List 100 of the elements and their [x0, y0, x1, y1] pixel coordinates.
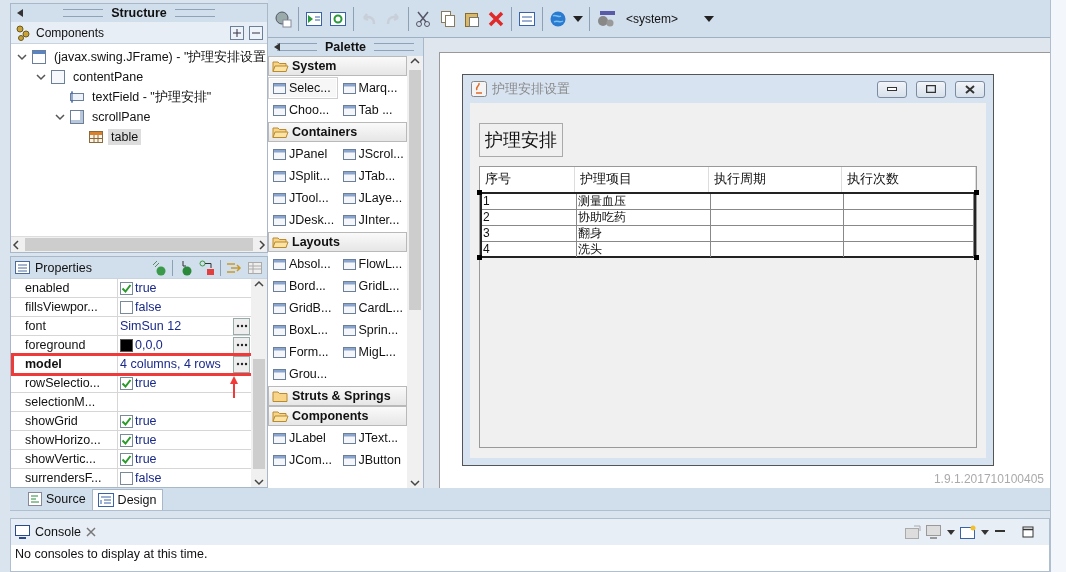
scrollbar-thumb[interactable]: [409, 70, 421, 310]
palette-item[interactable]: JDesk...: [268, 209, 338, 231]
palette-item[interactable]: JTab...: [337, 165, 407, 187]
checkbox[interactable]: [120, 452, 133, 466]
palette-item[interactable]: JLaye...: [337, 187, 407, 209]
close-button[interactable]: [955, 80, 985, 98]
palette-item[interactable]: Bord...: [268, 275, 338, 297]
palette-item[interactable]: JScrol...: [337, 143, 407, 165]
column-header[interactable]: 执行周期: [709, 167, 842, 192]
tree-item[interactable]: table: [108, 129, 142, 145]
default-value-icon[interactable]: [199, 259, 215, 276]
palette-category[interactable]: Containers: [268, 122, 407, 142]
ellipsis-button[interactable]: [233, 336, 250, 354]
tree-item[interactable]: (javax.swing.JFrame) - "护理安排设置: [51, 47, 267, 67]
gears-icon[interactable]: [596, 9, 616, 28]
test-icon[interactable]: [274, 9, 292, 28]
ellipsis-button[interactable]: [233, 317, 250, 335]
palette-item[interactable]: JCom...: [268, 449, 338, 471]
editor-tab[interactable]: Design: [91, 489, 163, 510]
refresh-icon[interactable]: [329, 9, 347, 28]
grip-icon[interactable]: [277, 43, 317, 51]
panel-title: Properties: [35, 260, 92, 275]
palette-item[interactable]: JLabel: [268, 427, 338, 449]
scroll-down-icon[interactable]: [254, 477, 264, 487]
palette-item[interactable]: Tab ...: [337, 99, 407, 121]
copy-icon[interactable]: [439, 9, 457, 28]
dropdown-icon[interactable]: [947, 529, 955, 535]
scroll-up-icon[interactable]: [410, 56, 420, 66]
cut-icon[interactable]: [415, 9, 433, 28]
palette-item[interactable]: GridL...: [337, 275, 407, 297]
palette-item[interactable]: Choo...: [268, 99, 338, 121]
selection-handle[interactable]: [477, 190, 482, 195]
checkbox[interactable]: [120, 414, 133, 428]
checkbox[interactable]: [120, 281, 133, 295]
checkbox[interactable]: [120, 471, 133, 485]
scroll-left-icon[interactable]: [11, 239, 21, 250]
text-field[interactable]: 护理安排: [479, 123, 563, 157]
selection-handle[interactable]: [974, 255, 979, 260]
arrow-icon: [229, 376, 239, 398]
scrollbar-thumb[interactable]: [25, 238, 253, 251]
tree-item[interactable]: textField - "护理安排": [89, 87, 215, 107]
editor-tab[interactable]: Source: [22, 488, 92, 510]
palette-item[interactable]: JText...: [337, 427, 407, 449]
palette-item[interactable]: Marq...: [337, 77, 407, 99]
grip-icon[interactable]: [374, 43, 414, 51]
palette-item[interactable]: CardL...: [337, 297, 407, 319]
scroll-up-icon[interactable]: [254, 279, 264, 289]
checkbox[interactable]: [120, 300, 133, 314]
collapse-arrow-icon[interactable]: [17, 9, 23, 17]
delete-icon[interactable]: [487, 9, 505, 28]
folder-icon: [272, 409, 289, 423]
close-icon[interactable]: [85, 527, 96, 537]
dropdown-icon[interactable]: [573, 15, 583, 22]
checkbox[interactable]: [120, 433, 133, 447]
collapse-all-icon[interactable]: [249, 25, 263, 40]
expand-all-icon[interactable]: [230, 25, 244, 40]
scroll-right-icon[interactable]: [257, 239, 267, 250]
palette-item[interactable]: JSplit...: [268, 165, 338, 187]
palette-item[interactable]: Absol...: [268, 253, 338, 275]
new-console-icon[interactable]: [960, 525, 976, 539]
palette-item[interactable]: Sprin...: [337, 319, 407, 341]
dropdown-icon[interactable]: [981, 529, 989, 535]
minimize-button[interactable]: [877, 80, 907, 98]
tree-item[interactable]: contentPane: [70, 69, 147, 85]
palette-item[interactable]: FlowL...: [337, 253, 407, 275]
palette-item[interactable]: BoxL...: [268, 319, 338, 341]
maximize-icon[interactable]: [1022, 526, 1034, 538]
palette-category[interactable]: System: [268, 56, 407, 76]
palette-category[interactable]: Struts & Springs: [268, 386, 407, 406]
property-value: true: [135, 433, 157, 447]
palette-item[interactable]: JInter...: [337, 209, 407, 231]
tree-item[interactable]: scrollPane: [89, 109, 154, 125]
selection-handle[interactable]: [974, 190, 979, 195]
scroll-down-icon[interactable]: [410, 478, 420, 488]
palette-item[interactable]: GridB...: [268, 297, 338, 319]
palette-item[interactable]: JPanel: [268, 143, 338, 165]
collapse-arrow-icon[interactable]: [274, 43, 280, 51]
show-events-icon[interactable]: [151, 259, 167, 276]
console-tab[interactable]: Console: [15, 525, 81, 539]
palette-item[interactable]: JButton: [337, 449, 407, 471]
maximize-button[interactable]: [916, 80, 946, 98]
dropdown-icon[interactable]: [704, 15, 715, 22]
palette-item[interactable]: Selec...: [268, 77, 338, 99]
run-icon[interactable]: [305, 9, 323, 28]
form-icon[interactable]: [518, 9, 536, 28]
chevron-icon[interactable]: [55, 112, 65, 122]
palette-category[interactable]: Layouts: [268, 232, 407, 252]
palette-item[interactable]: Grou...: [268, 363, 338, 385]
palette-item[interactable]: Form...: [268, 341, 338, 363]
column-header[interactable]: 护理项目: [575, 167, 709, 192]
grip-icon[interactable]: [174, 9, 215, 17]
scrollbar-thumb[interactable]: [253, 359, 265, 469]
palette-item[interactable]: MigL...: [337, 341, 407, 363]
globe-icon[interactable]: [549, 9, 567, 28]
selection-handle[interactable]: [477, 255, 482, 260]
palette-category[interactable]: Components: [268, 406, 407, 426]
runtime-selector[interactable]: <system>: [626, 11, 679, 26]
palette-item[interactable]: JTool...: [268, 187, 338, 209]
grip-icon[interactable]: [63, 9, 104, 17]
checkbox[interactable]: [120, 376, 133, 390]
